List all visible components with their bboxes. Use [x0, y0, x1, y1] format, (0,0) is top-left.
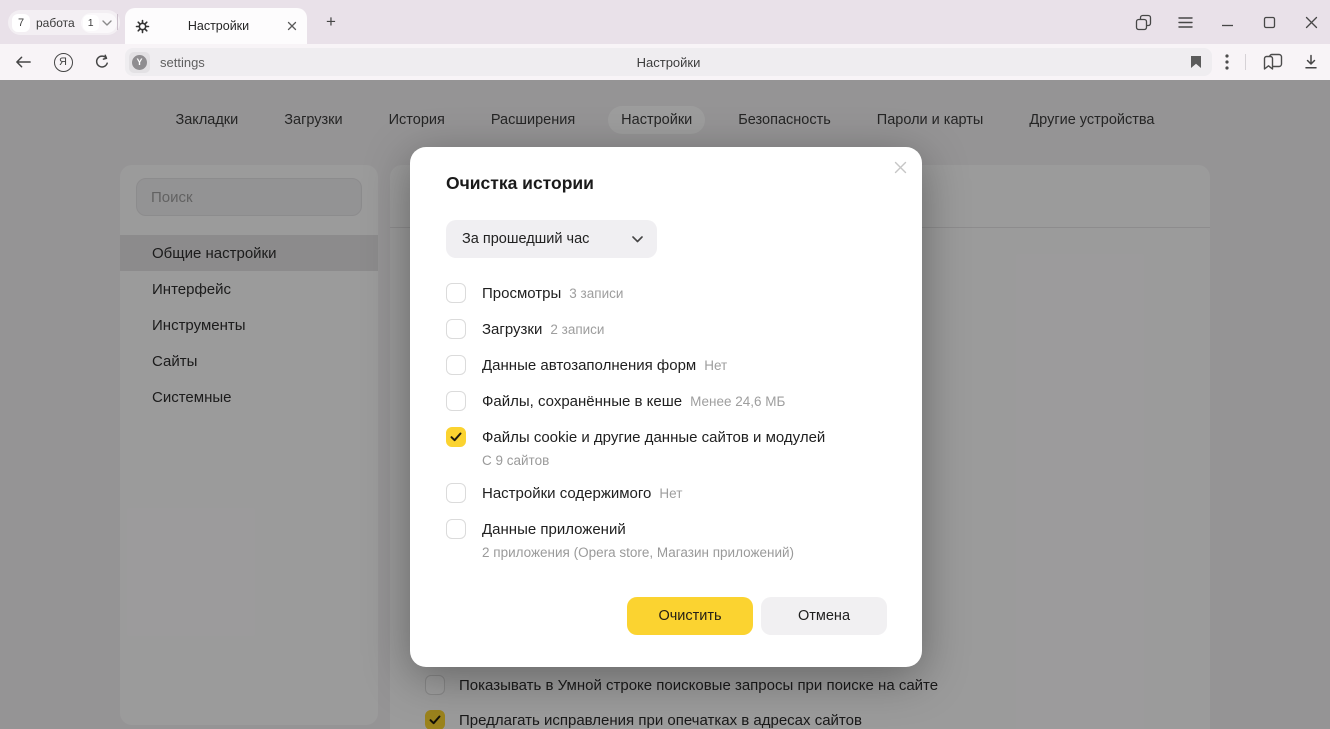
address-toolbar: Я Y settings Настройки [0, 44, 1330, 80]
checkbox-checked[interactable] [446, 427, 466, 447]
history-category-text: Файлы, сохранённые в кешеМенее 24,6 МБ [482, 391, 785, 412]
checkbox-unchecked[interactable] [446, 519, 466, 539]
history-category-label: Данные приложений [482, 520, 794, 540]
tab-group-count-badge: 7 [12, 14, 30, 32]
gear-icon [135, 19, 150, 34]
checkbox-unchecked[interactable] [446, 283, 466, 303]
history-category-meta: 3 записи [569, 286, 623, 301]
clear-button[interactable]: Очистить [627, 597, 753, 635]
history-category-row[interactable]: Настройки содержимогоНет [446, 483, 886, 504]
history-category-text: Настройки содержимогоНет [482, 483, 682, 504]
history-category-subtext: 2 приложения (Opera store, Магазин прило… [482, 545, 794, 560]
clear-history-dialog: Очистка истории За прошедший час Просмот… [410, 147, 922, 667]
maximize-icon[interactable] [1261, 14, 1278, 31]
back-icon[interactable] [12, 44, 34, 80]
checkbox-unchecked[interactable] [446, 483, 466, 503]
close-window-icon[interactable] [1303, 14, 1320, 31]
yandex-logo-icon[interactable]: Я [52, 44, 74, 80]
history-category-text: Данные автозаполнения формНет [482, 355, 727, 376]
menu-icon[interactable] [1177, 14, 1194, 31]
collections-icon[interactable] [1262, 44, 1284, 80]
dialog-close-icon[interactable] [890, 157, 910, 177]
chevron-down-icon [632, 236, 643, 243]
history-category-label: Настройки содержимогоНет [482, 484, 682, 504]
history-category-list: Просмотры3 записи Загрузки2 записи Данные … [446, 283, 886, 575]
tab-title: Настройки [150, 19, 287, 33]
history-category-text: Просмотры3 записи [482, 283, 623, 304]
tab-panels-icon[interactable] [1135, 14, 1152, 31]
tab-group-collapsed-badge: 1 [83, 15, 99, 31]
browser-window: 7 работа 1 Настройки [0, 0, 1330, 729]
dialog-buttons: Очистить Отмена [627, 597, 887, 635]
history-category-label: Данные автозаполнения формНет [482, 356, 727, 376]
history-category-row[interactable]: Данные автозаполнения формНет [446, 355, 886, 376]
address-bar-page-title: Настройки [125, 55, 1212, 70]
history-category-label: Файлы, сохранённые в кешеМенее 24,6 МБ [482, 392, 785, 412]
history-category-row[interactable]: Просмотры3 записи [446, 283, 886, 304]
checkbox-unchecked[interactable] [446, 391, 466, 411]
history-category-row[interactable]: Файлы cookie и другие данные сайтов и мо… [446, 427, 886, 468]
history-category-row[interactable]: Файлы, сохранённые в кешеМенее 24,6 МБ [446, 391, 886, 412]
refresh-icon[interactable] [91, 44, 113, 80]
kebab-menu-icon[interactable] [1220, 44, 1234, 80]
history-category-subtext: С 9 сайтов [482, 453, 825, 468]
tab-group[interactable]: 7 работа 1 [8, 10, 120, 35]
chevron-down-icon [102, 20, 112, 26]
tab-close-icon[interactable] [287, 21, 297, 31]
address-bar-value: settings [160, 55, 205, 70]
history-category-label: Загрузки2 записи [482, 320, 604, 340]
checkbox-unchecked[interactable] [446, 355, 466, 375]
toolbar-divider [1245, 44, 1246, 80]
history-category-meta: Нет [704, 358, 727, 373]
time-range-value: За прошедший час [462, 231, 632, 247]
page-favicon: Y [129, 52, 150, 73]
history-category-label: Просмотры3 записи [482, 284, 623, 304]
tabstrip-divider [117, 14, 118, 30]
tab-strip: 7 работа 1 Настройки [0, 0, 1330, 44]
checkbox-unchecked[interactable] [446, 319, 466, 339]
history-category-text: Данные приложений 2 приложения (Opera sto… [482, 519, 794, 560]
history-category-meta: Менее 24,6 МБ [690, 394, 785, 409]
window-controls [1135, 8, 1320, 36]
downloads-icon[interactable] [1300, 44, 1322, 80]
history-category-meta: 2 записи [550, 322, 604, 337]
tab-group-collapse-control[interactable]: 1 [81, 13, 117, 33]
minimize-icon[interactable] [1219, 14, 1236, 31]
address-bar[interactable]: Y settings Настройки [125, 48, 1212, 76]
tab-settings[interactable]: Настройки [125, 8, 307, 44]
cancel-button[interactable]: Отмена [761, 597, 887, 635]
time-range-select[interactable]: За прошедший час [446, 220, 657, 258]
history-category-text: Файлы cookie и другие данные сайтов и мо… [482, 427, 825, 468]
tab-group-label: работа [36, 16, 75, 30]
new-tab-button[interactable]: + [318, 9, 344, 35]
bookmark-icon[interactable] [1190, 55, 1202, 69]
history-category-meta: Нет [659, 486, 682, 501]
history-category-label: Файлы cookie и другие данные сайтов и мо… [482, 428, 825, 448]
dialog-title: Очистка истории [446, 173, 594, 194]
history-category-row[interactable]: Данные приложений 2 приложения (Opera sto… [446, 519, 886, 560]
history-category-text: Загрузки2 записи [482, 319, 604, 340]
history-category-row[interactable]: Загрузки2 записи [446, 319, 886, 340]
